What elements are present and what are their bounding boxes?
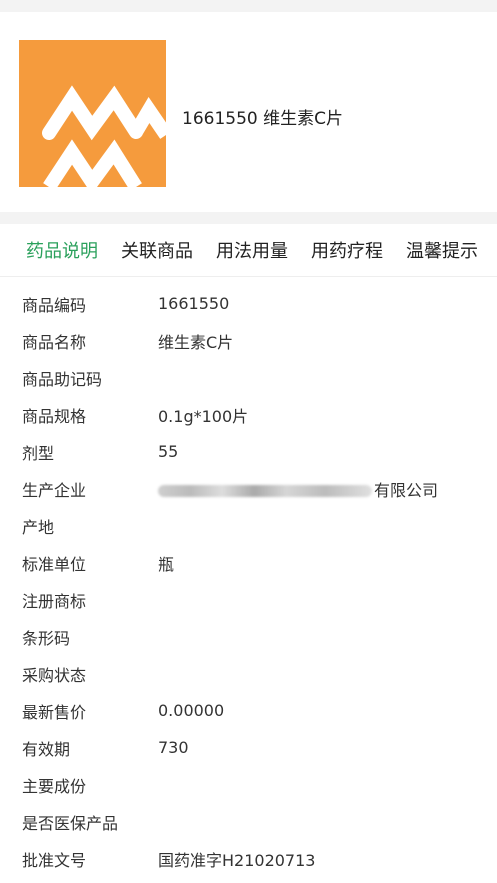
detail-label: 标准单位 [22,554,87,574]
tab-drug-description[interactable]: 药品说明 [26,237,98,263]
detail-value: 1661550 [158,294,230,313]
detail-label: 商品助记码 [22,369,103,389]
detail-value: 0.00000 [158,701,225,720]
detail-row: 有效期 730 [0,729,497,766]
detail-row: 主要成份 [0,766,497,803]
manufacturer-value: 有限公司 [158,477,438,501]
detail-value: 55 [158,442,179,461]
detail-value: 瓶 [158,554,175,574]
detail-label: 商品编码 [22,295,87,315]
tab-bar: 药品说明 关联商品 用法用量 用药疗程 温馨提示 [0,224,497,277]
detail-row: 条形码 [0,618,497,655]
detail-row: 标准单位 瓶 [0,544,497,581]
product-image[interactable] [19,40,166,187]
tab-usage-dosage[interactable]: 用法用量 [216,237,288,263]
detail-value: 730 [158,738,189,757]
top-strip [0,0,497,12]
detail-list: 商品编码 1661550 商品名称 维生素C片 商品助记码 商品规格 0.1g*… [0,277,497,877]
redacted-text [158,485,372,497]
detail-row: 剂型 55 [0,433,497,470]
detail-label: 剂型 [22,443,55,463]
detail-row: 最新售价 0.00000 [0,692,497,729]
detail-label: 生产企业 [22,480,87,500]
detail-label: 条形码 [22,628,71,648]
detail-row: 生产企业 有限公司 [0,470,497,507]
detail-label: 商品规格 [22,406,87,426]
detail-label: 主要成份 [22,776,87,796]
detail-value: 0.1g*100片 [158,406,249,426]
detail-row: 商品编码 1661550 [0,285,497,322]
detail-row: 商品助记码 [0,359,497,396]
tab-related-products[interactable]: 关联商品 [121,237,193,263]
detail-label: 有效期 [22,739,71,759]
detail-label: 商品名称 [22,332,87,352]
detail-label: 最新售价 [22,702,87,722]
detail-value: 国药准字H21020713 [158,850,316,870]
detail-label: 采购状态 [22,665,87,685]
product-header: 1661550 维生素C片 [0,12,497,212]
detail-row: 注册商标 [0,581,497,618]
detail-label: 批准文号 [22,850,87,870]
detail-row: 是否医保产品 [0,803,497,840]
detail-row: 批准文号 国药准字H21020713 [0,840,497,877]
detail-label: 注册商标 [22,591,87,611]
manufacturer-suffix: 有限公司 [374,480,439,500]
tab-tips[interactable]: 温馨提示 [406,237,478,263]
tab-treatment-course[interactable]: 用药疗程 [311,237,383,263]
detail-label: 产地 [22,517,55,537]
detail-row: 商品规格 0.1g*100片 [0,396,497,433]
detail-label: 是否医保产品 [22,813,119,833]
product-title: 1661550 维生素C片 [182,109,343,129]
detail-row: 商品名称 维生素C片 [0,322,497,359]
detail-row: 采购状态 [0,655,497,692]
detail-row: 产地 [0,507,497,544]
detail-value: 维生素C片 [158,332,234,352]
section-divider [0,212,497,224]
